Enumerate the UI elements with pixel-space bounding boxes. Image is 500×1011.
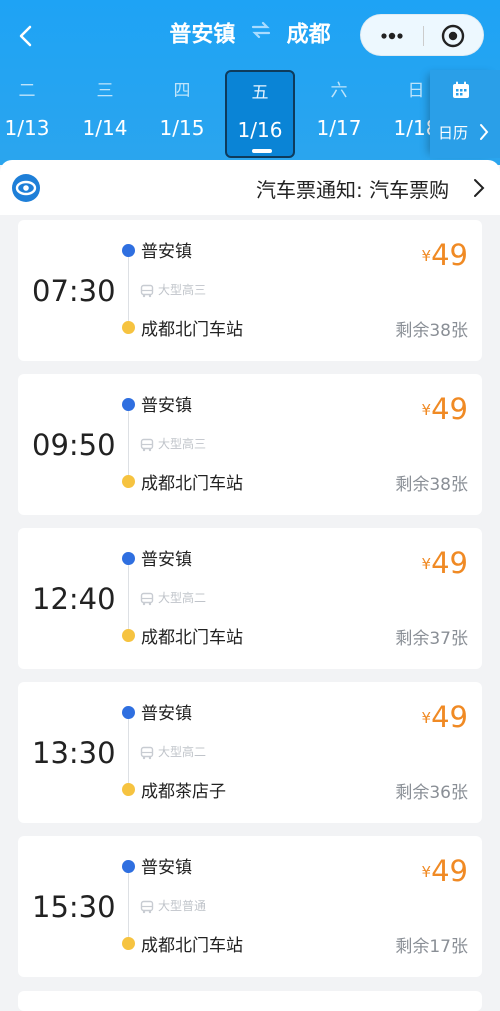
price: ¥49 bbox=[422, 546, 468, 580]
weekday-label: 二 bbox=[18, 81, 36, 101]
date-tab-selected[interactable]: 五 1/16 bbox=[225, 70, 295, 158]
date-tab[interactable]: 四 1/15 bbox=[147, 70, 217, 158]
price-value: 49 bbox=[431, 546, 468, 580]
calendar-button[interactable]: 日历 bbox=[430, 70, 500, 158]
price-value: 49 bbox=[431, 854, 468, 888]
destination-city: 成都 bbox=[286, 22, 331, 48]
swap-icon[interactable] bbox=[249, 18, 273, 53]
mini-program-capsule bbox=[360, 14, 484, 56]
weekday-label: 五 bbox=[251, 83, 269, 103]
origin-station: 普安镇 bbox=[141, 242, 192, 262]
date-label: 1/17 bbox=[316, 116, 362, 140]
origin-dot bbox=[122, 398, 135, 411]
bus-icon bbox=[140, 283, 154, 302]
seats-remaining: 剩余17张 bbox=[395, 937, 468, 957]
bus-icon bbox=[140, 437, 154, 456]
bus-icon bbox=[140, 899, 154, 918]
notice-bar[interactable]: 汽车票通知: 汽车票购 bbox=[0, 160, 500, 215]
origin-station: 普安镇 bbox=[141, 858, 192, 878]
trip-card[interactable]: 12:40 普安镇 大型高二 成都北门车站 ¥49 剩余37张 bbox=[18, 528, 482, 669]
route-line bbox=[128, 873, 129, 937]
more-icon[interactable] bbox=[361, 15, 423, 57]
seats-remaining: 剩余38张 bbox=[395, 321, 468, 341]
origin-dot bbox=[122, 860, 135, 873]
departure-time: 15:30 bbox=[32, 890, 116, 924]
trip-card-partial[interactable] bbox=[18, 991, 482, 1011]
route-line bbox=[128, 565, 129, 629]
weekday-label: 三 bbox=[96, 81, 114, 101]
seats-remaining: 剩余37张 bbox=[395, 629, 468, 649]
departure-time: 12:40 bbox=[32, 582, 116, 616]
origin-station: 普安镇 bbox=[141, 550, 192, 570]
currency-symbol: ¥ bbox=[421, 247, 432, 265]
destination-dot bbox=[122, 783, 135, 796]
calendar-label: 日历 bbox=[438, 124, 469, 142]
date-strip: 二 1/13 三 1/14 四 1/15 五 1/16 六 1/17 日 1/1… bbox=[0, 70, 438, 158]
destination-dot bbox=[122, 937, 135, 950]
seats-remaining: 剩余36张 bbox=[395, 783, 468, 803]
price: ¥49 bbox=[422, 700, 468, 734]
price-value: 49 bbox=[431, 392, 468, 426]
bus-icon bbox=[140, 745, 154, 764]
origin-dot bbox=[122, 706, 135, 719]
destination-station: 成都北门车站 bbox=[141, 320, 243, 340]
currency-symbol: ¥ bbox=[421, 709, 432, 727]
calendar-icon bbox=[451, 80, 471, 104]
seats-remaining: 剩余38张 bbox=[395, 475, 468, 495]
weekday-label: 六 bbox=[330, 81, 348, 101]
date-label: 1/15 bbox=[159, 116, 205, 140]
departure-time: 13:30 bbox=[32, 736, 116, 770]
route-line bbox=[128, 257, 129, 321]
currency-symbol: ¥ bbox=[421, 401, 432, 419]
selected-indicator bbox=[252, 149, 272, 153]
header: 普安镇 成都 二 1/13 三 1/14 四 1/15 五 1/16 六 1/1… bbox=[0, 0, 500, 165]
bus-icon bbox=[140, 591, 154, 610]
origin-station: 普安镇 bbox=[141, 396, 192, 416]
origin-station: 普安镇 bbox=[141, 704, 192, 724]
price-value: 49 bbox=[431, 700, 468, 734]
route-line bbox=[128, 719, 129, 783]
chevron-right-icon bbox=[472, 177, 486, 203]
price: ¥49 bbox=[422, 392, 468, 426]
destination-station: 成都茶店子 bbox=[141, 782, 226, 802]
origin-dot bbox=[122, 244, 135, 257]
destination-station: 成都北门车站 bbox=[141, 936, 243, 956]
destination-dot bbox=[122, 629, 135, 642]
weekday-label: 四 bbox=[173, 81, 191, 101]
currency-symbol: ¥ bbox=[421, 863, 432, 881]
date-label: 1/16 bbox=[237, 118, 283, 142]
chevron-right-icon bbox=[478, 122, 490, 146]
currency-symbol: ¥ bbox=[421, 555, 432, 573]
date-label: 1/13 bbox=[4, 116, 50, 140]
departure-time: 09:50 bbox=[32, 428, 116, 462]
destination-dot bbox=[122, 475, 135, 488]
price: ¥49 bbox=[422, 238, 468, 272]
origin-city: 普安镇 bbox=[169, 22, 236, 48]
close-icon[interactable] bbox=[424, 15, 485, 57]
trip-card[interactable]: 07:30 普安镇 大型高三 成都北门车站 ¥49 剩余38张 bbox=[18, 220, 482, 361]
bus-type: 大型高三 bbox=[158, 283, 207, 297]
notice-text: 汽车票通知: 汽车票购 bbox=[256, 178, 450, 202]
origin-dot bbox=[122, 552, 135, 565]
destination-station: 成都北门车站 bbox=[141, 628, 243, 648]
date-tab[interactable]: 六 1/17 bbox=[304, 70, 374, 158]
trip-card[interactable]: 15:30 普安镇 大型普通 成都北门车站 ¥49 剩余17张 bbox=[18, 836, 482, 977]
bus-type: 大型高三 bbox=[158, 437, 207, 451]
price: ¥49 bbox=[422, 854, 468, 888]
bus-type: 大型普通 bbox=[158, 899, 207, 913]
trip-card[interactable]: 13:30 普安镇 大型高二 成都茶店子 ¥49 剩余36张 bbox=[18, 682, 482, 823]
trip-card[interactable]: 09:50 普安镇 大型高三 成都北门车站 ¥49 剩余38张 bbox=[18, 374, 482, 515]
destination-station: 成都北门车站 bbox=[141, 474, 243, 494]
bus-type: 大型高二 bbox=[158, 745, 207, 759]
price-value: 49 bbox=[431, 238, 468, 272]
route-line bbox=[128, 411, 129, 475]
date-tab[interactable]: 三 1/14 bbox=[70, 70, 140, 158]
date-label: 1/14 bbox=[82, 116, 128, 140]
bus-type: 大型高二 bbox=[158, 591, 207, 605]
notice-icon bbox=[11, 173, 41, 207]
destination-dot bbox=[122, 321, 135, 334]
departure-time: 07:30 bbox=[32, 274, 116, 308]
date-tab[interactable]: 二 1/13 bbox=[0, 70, 62, 158]
